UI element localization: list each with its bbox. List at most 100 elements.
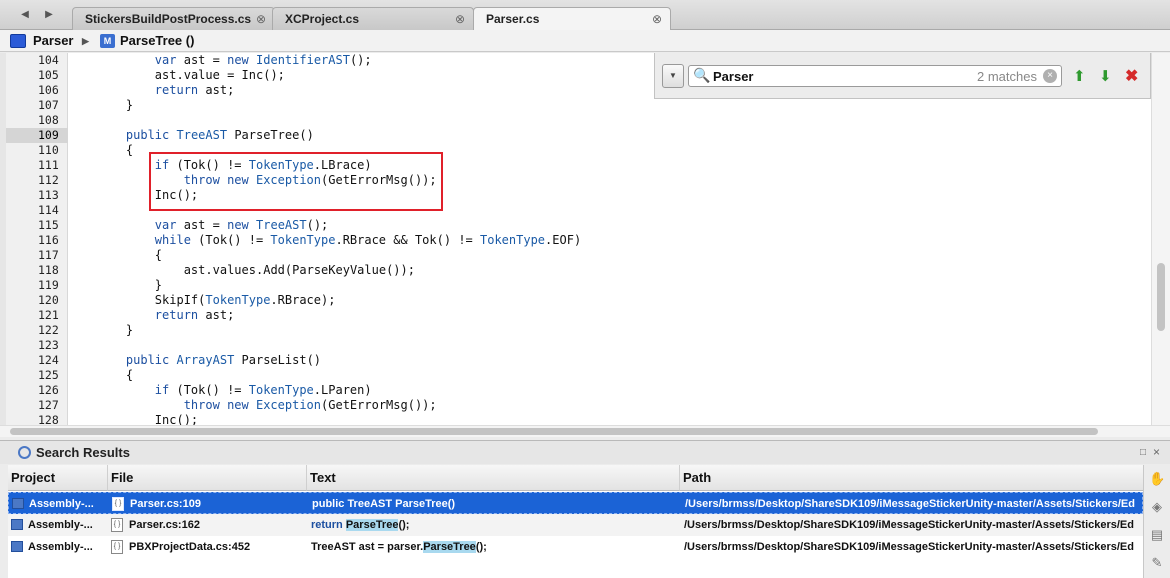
close-icon[interactable]: ⊗ (455, 8, 465, 30)
search-icon (18, 446, 31, 459)
terminal-icon[interactable]: ▤ (1149, 527, 1165, 543)
class-icon (10, 34, 26, 48)
project-icon (11, 519, 23, 530)
line-number: 110 (38, 143, 59, 157)
code-text: } (97, 98, 134, 112)
breadcrumb: Parser ▶ M ParseTree () (0, 30, 1170, 52)
tool-strip: ✋ ◈ ▤ ✎ (1143, 465, 1170, 578)
column-header-path[interactable]: Path (680, 465, 1143, 491)
project-icon (12, 498, 24, 509)
maximize-icon[interactable]: □ (1140, 447, 1146, 458)
find-input[interactable] (713, 68, 963, 85)
close-icon[interactable]: ⊗ (652, 8, 662, 30)
vertical-scroll-thumb[interactable] (1157, 263, 1165, 331)
line-number: 105 (38, 68, 59, 82)
line-number: 114 (38, 203, 59, 217)
method-icon: M (100, 34, 115, 48)
close-icon[interactable]: × (1153, 445, 1160, 459)
eraser-icon[interactable]: ◈ (1149, 499, 1165, 515)
line-number: 116 (38, 233, 59, 247)
search-icon[interactable]: 🔍 (693, 67, 710, 84)
text-before: public TreeAST ParseTree() (312, 498, 456, 510)
tab-label: XCProject.cs (285, 12, 360, 26)
cell-text: return ParseTree(); (311, 514, 681, 536)
code-text: } (97, 323, 134, 337)
find-next-icon[interactable]: ⬇ (1099, 67, 1112, 85)
text-match: ParseTree (423, 541, 476, 553)
breadcrumb-separator-icon: ▶ (82, 36, 89, 46)
line-number: 108 (38, 113, 59, 127)
tab-bar: ◀ ▶ StickersBuildPostProcess.cs ⊗ XCProj… (0, 0, 1170, 31)
table-row[interactable]: Assembly-... { } Parser.cs:109 public TreeA… (8, 492, 1143, 514)
find-options-dropdown[interactable]: ▼ (662, 64, 684, 88)
search-results-header: Search Results □ × (0, 440, 1170, 464)
tab-label: StickersBuildPostProcess.cs (85, 12, 252, 26)
line-number: 115 (38, 218, 59, 232)
breadcrumb-method[interactable]: ParseTree () (120, 30, 194, 52)
text-after: (); (475, 541, 487, 553)
tab-stickers-build-post-process[interactable]: StickersBuildPostProcess.cs ⊗ (72, 7, 275, 30)
file-icon: { } (111, 518, 123, 532)
line-number: 124 (38, 353, 59, 367)
cell-project: Assembly-... (28, 541, 93, 553)
find-field: 🔍 2 matches × (688, 65, 1062, 87)
column-header-file[interactable]: File (108, 465, 307, 491)
text-before: TreeAST ast = parser. (311, 541, 424, 553)
column-header-project[interactable]: Project (8, 465, 108, 491)
column-header-text[interactable]: Text (307, 465, 680, 491)
table-row[interactable]: Assembly-... { } PBXProjectData.cs:452 Tree… (8, 536, 1143, 558)
horizontal-scroll-thumb[interactable] (10, 428, 1098, 435)
line-number: 111 (38, 158, 59, 172)
line-number: 112 (38, 173, 59, 187)
code-text: return ast; (154, 308, 235, 322)
file-icon: { } (112, 497, 124, 511)
cell-project: Assembly-... (29, 498, 94, 510)
code-text: public ArrayAST ParseList() (125, 353, 322, 367)
line-number: 118 (38, 263, 59, 277)
forward-arrow-icon[interactable]: ▶ (38, 6, 60, 24)
line-number: 117 (38, 248, 59, 262)
code-text: Inc(); (154, 413, 199, 425)
line-number: 125 (38, 368, 59, 382)
code-text: if (Tok() != TokenType.LParen) (154, 383, 372, 397)
back-arrow-icon[interactable]: ◀ (14, 6, 36, 24)
code-text: { (97, 143, 134, 157)
code-text: SkipIf(TokenType.RBrace); (154, 293, 336, 307)
close-find-icon[interactable]: ✖ (1125, 66, 1138, 86)
clear-icon[interactable]: × (1043, 69, 1057, 83)
code-text: var ast = new TreeAST(); (154, 218, 329, 232)
line-number: 109 (38, 128, 59, 142)
tab-xcproject[interactable]: XCProject.cs ⊗ (272, 7, 474, 30)
cell-project: Assembly-... (28, 519, 93, 531)
hand-icon[interactable]: ✋ (1149, 471, 1165, 487)
code-editor[interactable]: 104 var ast = new IdentifierAST(); 105 as… (0, 53, 1170, 425)
line-number: 104 (38, 53, 59, 67)
tab-parser[interactable]: Parser.cs ⊗ (473, 7, 671, 31)
vertical-scrollbar[interactable] (1151, 53, 1170, 425)
file-icon: { } (111, 540, 123, 554)
find-bar: ▼ 🔍 2 matches × ⬆ ⬇ ✖ (654, 53, 1151, 99)
cell-path: /Users/brmss/Desktop/ShareSDK109/iMessag… (685, 498, 1135, 510)
code-text: } (97, 278, 163, 292)
close-icon[interactable]: ⊗ (256, 8, 266, 30)
cell-path: /Users/brmss/Desktop/ShareSDK109/iMessag… (684, 519, 1134, 531)
line-number: 120 (38, 293, 59, 307)
cell-file: Parser.cs:162 (129, 519, 200, 531)
code-text: return ast; (154, 83, 235, 97)
breadcrumb-class[interactable]: Parser (33, 30, 73, 52)
pin-icon[interactable]: ✎ (1149, 555, 1165, 571)
code-text: public TreeAST ParseTree() (125, 128, 314, 142)
code-text: while (Tok() != TokenType.RBrace && Tok(… (154, 233, 582, 247)
panel-title: Search Results (36, 445, 130, 460)
line-number: 119 (38, 278, 59, 292)
search-results-table: Project File Text Path Assembly-... { } Pa… (8, 465, 1143, 578)
table-row[interactable]: Assembly-... { } Parser.cs:162 return Parse… (8, 514, 1143, 536)
horizontal-scrollbar[interactable] (0, 425, 1170, 437)
line-number: 123 (38, 338, 59, 352)
match-count: 2 matches (977, 69, 1037, 84)
line-number: 122 (38, 323, 59, 337)
cell-text: public TreeAST ParseTree() (312, 493, 682, 515)
find-previous-icon[interactable]: ⬆ (1073, 67, 1086, 85)
tab-label: Parser.cs (486, 12, 540, 26)
cell-file: PBXProjectData.cs:452 (129, 541, 251, 553)
